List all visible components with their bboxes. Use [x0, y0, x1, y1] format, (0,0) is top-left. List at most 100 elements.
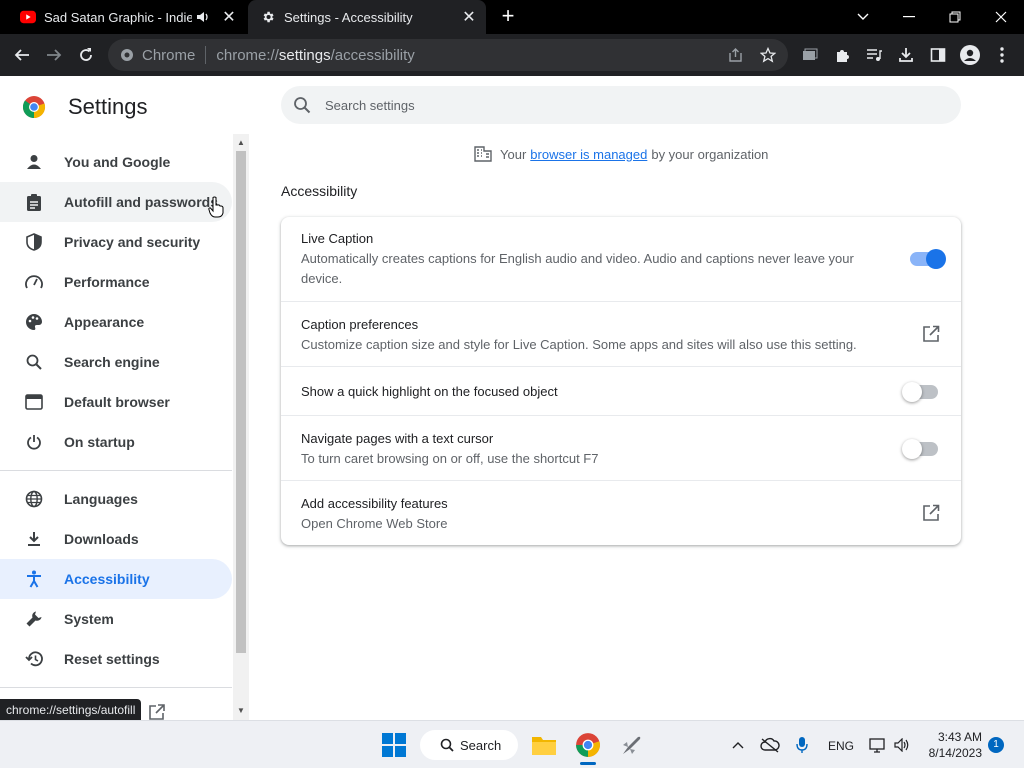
forward-icon[interactable] — [42, 43, 66, 67]
speedometer-icon — [24, 272, 44, 292]
bookmark-star-icon[interactable] — [760, 47, 776, 63]
setting-row-caption-preferences[interactable]: Caption preferences Customize caption si… — [281, 301, 961, 366]
tab-settings[interactable]: Settings - Accessibility ✕ — [248, 0, 486, 34]
sidebar-item-downloads[interactable]: Downloads — [0, 519, 232, 559]
new-tab-button[interactable]: + — [498, 5, 518, 27]
live-caption-toggle[interactable] — [910, 249, 946, 269]
language-indicator[interactable]: ENG — [828, 739, 854, 753]
sidebar-item-appearance[interactable]: Appearance — [0, 302, 232, 342]
external-link-icon[interactable] — [921, 324, 941, 344]
system-clock[interactable]: 3:43 AM 8/14/2023 — [918, 729, 982, 761]
sidebar-item-autofill[interactable]: Autofill and passwords — [0, 182, 232, 222]
menu-kebab-icon[interactable] — [990, 43, 1014, 67]
tab-media-icon[interactable] — [798, 43, 822, 67]
windows-start-icon[interactable] — [380, 731, 408, 759]
shield-icon — [24, 232, 44, 252]
chrome-taskbar-icon[interactable] — [574, 731, 602, 759]
sidebar-item-label: Autofill and passwords — [64, 194, 219, 210]
settings-sidebar: Settings You and Google Autofill and pas… — [0, 76, 250, 720]
page-title: Settings — [68, 94, 148, 119]
sidebar-item-label: Appearance — [64, 314, 145, 330]
sidebar-item-on-startup[interactable]: On startup — [0, 422, 232, 462]
sidebar-item-label: Downloads — [64, 531, 139, 547]
setting-row-add-accessibility-features[interactable]: Add accessibility features Open Chrome W… — [281, 480, 961, 545]
minimize-icon[interactable] — [886, 0, 932, 34]
sidebar-item-performance[interactable]: Performance — [0, 262, 232, 302]
profile-avatar-icon[interactable] — [958, 43, 982, 67]
scroll-up-arrow-icon[interactable]: ▲ — [236, 138, 246, 148]
browser-managed-link[interactable]: browser is managed — [530, 147, 647, 162]
sidebar-item-privacy[interactable]: Privacy and security — [0, 222, 232, 262]
sidebar-item-label: Performance — [64, 274, 150, 290]
focus-highlight-toggle[interactable] — [902, 382, 938, 402]
settings-header: Settings — [22, 94, 148, 120]
setting-row-focus-highlight[interactable]: Show a quick highlight on the focused ob… — [281, 366, 961, 415]
setting-title: Caption preferences — [301, 317, 419, 332]
side-panel-icon[interactable] — [926, 43, 950, 67]
chevron-up-icon[interactable] — [724, 731, 752, 759]
browser-toolbar: Chrome chrome://settings/accessibility — [0, 34, 1024, 76]
person-icon — [24, 152, 44, 172]
microphone-icon[interactable] — [788, 731, 816, 759]
accessibility-settings-card: Live Caption Automatically creates capti… — [281, 217, 961, 545]
sidebar-item-label: System — [64, 611, 114, 627]
sidebar-item-languages[interactable]: Languages — [0, 479, 232, 519]
site-label: Chrome — [142, 46, 196, 64]
reload-icon[interactable] — [74, 43, 98, 67]
sidebar-item-default-browser[interactable]: Default browser — [0, 382, 232, 422]
sidebar-item-label: On startup — [64, 434, 135, 450]
history-icon — [24, 649, 44, 669]
tab-youtube[interactable]: Sad Satan Graphic - Indie Horror ✕ — [8, 0, 246, 34]
sidebar-item-system[interactable]: System — [0, 599, 232, 639]
notification-badge[interactable]: 1 — [988, 737, 1004, 753]
nav-divider — [0, 687, 232, 688]
search-icon — [293, 96, 311, 114]
palette-icon — [24, 312, 44, 332]
setting-title: Show a quick highlight on the focused ob… — [301, 384, 558, 399]
windows-taskbar: Search ENG 3:43 AM 8/14/2023 1 — [0, 720, 1024, 768]
file-explorer-icon[interactable] — [530, 731, 558, 759]
extensions-icon[interactable] — [830, 43, 854, 67]
sidebar-item-you-and-google[interactable]: You and Google — [0, 142, 232, 182]
search-settings-field[interactable] — [281, 86, 961, 124]
download-icon[interactable] — [894, 43, 918, 67]
accessibility-icon — [24, 569, 44, 589]
tab-search-icon[interactable] — [840, 0, 886, 34]
onedrive-offline-icon[interactable] — [756, 731, 784, 759]
close-tab-icon[interactable]: ✕ — [220, 8, 238, 26]
volume-icon[interactable] — [888, 731, 916, 759]
sidebar-item-search-engine[interactable]: Search engine — [0, 342, 232, 382]
setting-row-live-caption[interactable]: Live Caption Automatically creates capti… — [281, 217, 961, 301]
setting-row-caret-browsing[interactable]: Navigate pages with a text cursor To tur… — [281, 415, 961, 480]
back-icon[interactable] — [10, 43, 34, 67]
close-window-icon[interactable] — [978, 0, 1024, 34]
external-link-icon[interactable] — [921, 503, 941, 523]
sidebar-item-accessibility[interactable]: Accessibility — [0, 559, 232, 599]
setting-subtitle: Customize caption size and style for Liv… — [301, 337, 857, 352]
caret-browsing-toggle[interactable] — [902, 439, 938, 459]
setting-subtitle: Automatically creates captions for Engli… — [301, 251, 854, 286]
hand-cursor-icon — [208, 196, 224, 218]
setting-subtitle: Open Chrome Web Store — [301, 516, 448, 531]
chrome-site-icon — [120, 48, 134, 62]
download-icon — [24, 529, 44, 549]
taskbar-search[interactable]: Search — [420, 730, 518, 760]
restore-icon[interactable] — [932, 0, 978, 34]
search-input[interactable] — [325, 97, 925, 113]
setting-title: Navigate pages with a text cursor — [301, 431, 494, 446]
scroll-down-arrow-icon[interactable]: ▼ — [236, 706, 246, 716]
pinned-app-icon[interactable] — [618, 731, 646, 759]
search-icon — [24, 352, 44, 372]
close-tab-icon[interactable]: ✕ — [460, 8, 478, 26]
speaker-icon[interactable] — [196, 9, 212, 25]
reading-list-icon[interactable] — [862, 43, 886, 67]
power-icon — [24, 432, 44, 452]
sidebar-item-label: Default browser — [64, 394, 170, 410]
sidebar-item-label: Reset settings — [64, 651, 160, 667]
search-icon — [440, 738, 454, 752]
share-icon[interactable] — [728, 47, 744, 63]
scrollbar-thumb[interactable] — [236, 151, 246, 653]
active-app-indicator — [580, 762, 596, 765]
sidebar-item-reset-settings[interactable]: Reset settings — [0, 639, 232, 679]
address-bar[interactable]: Chrome chrome://settings/accessibility — [108, 39, 788, 71]
